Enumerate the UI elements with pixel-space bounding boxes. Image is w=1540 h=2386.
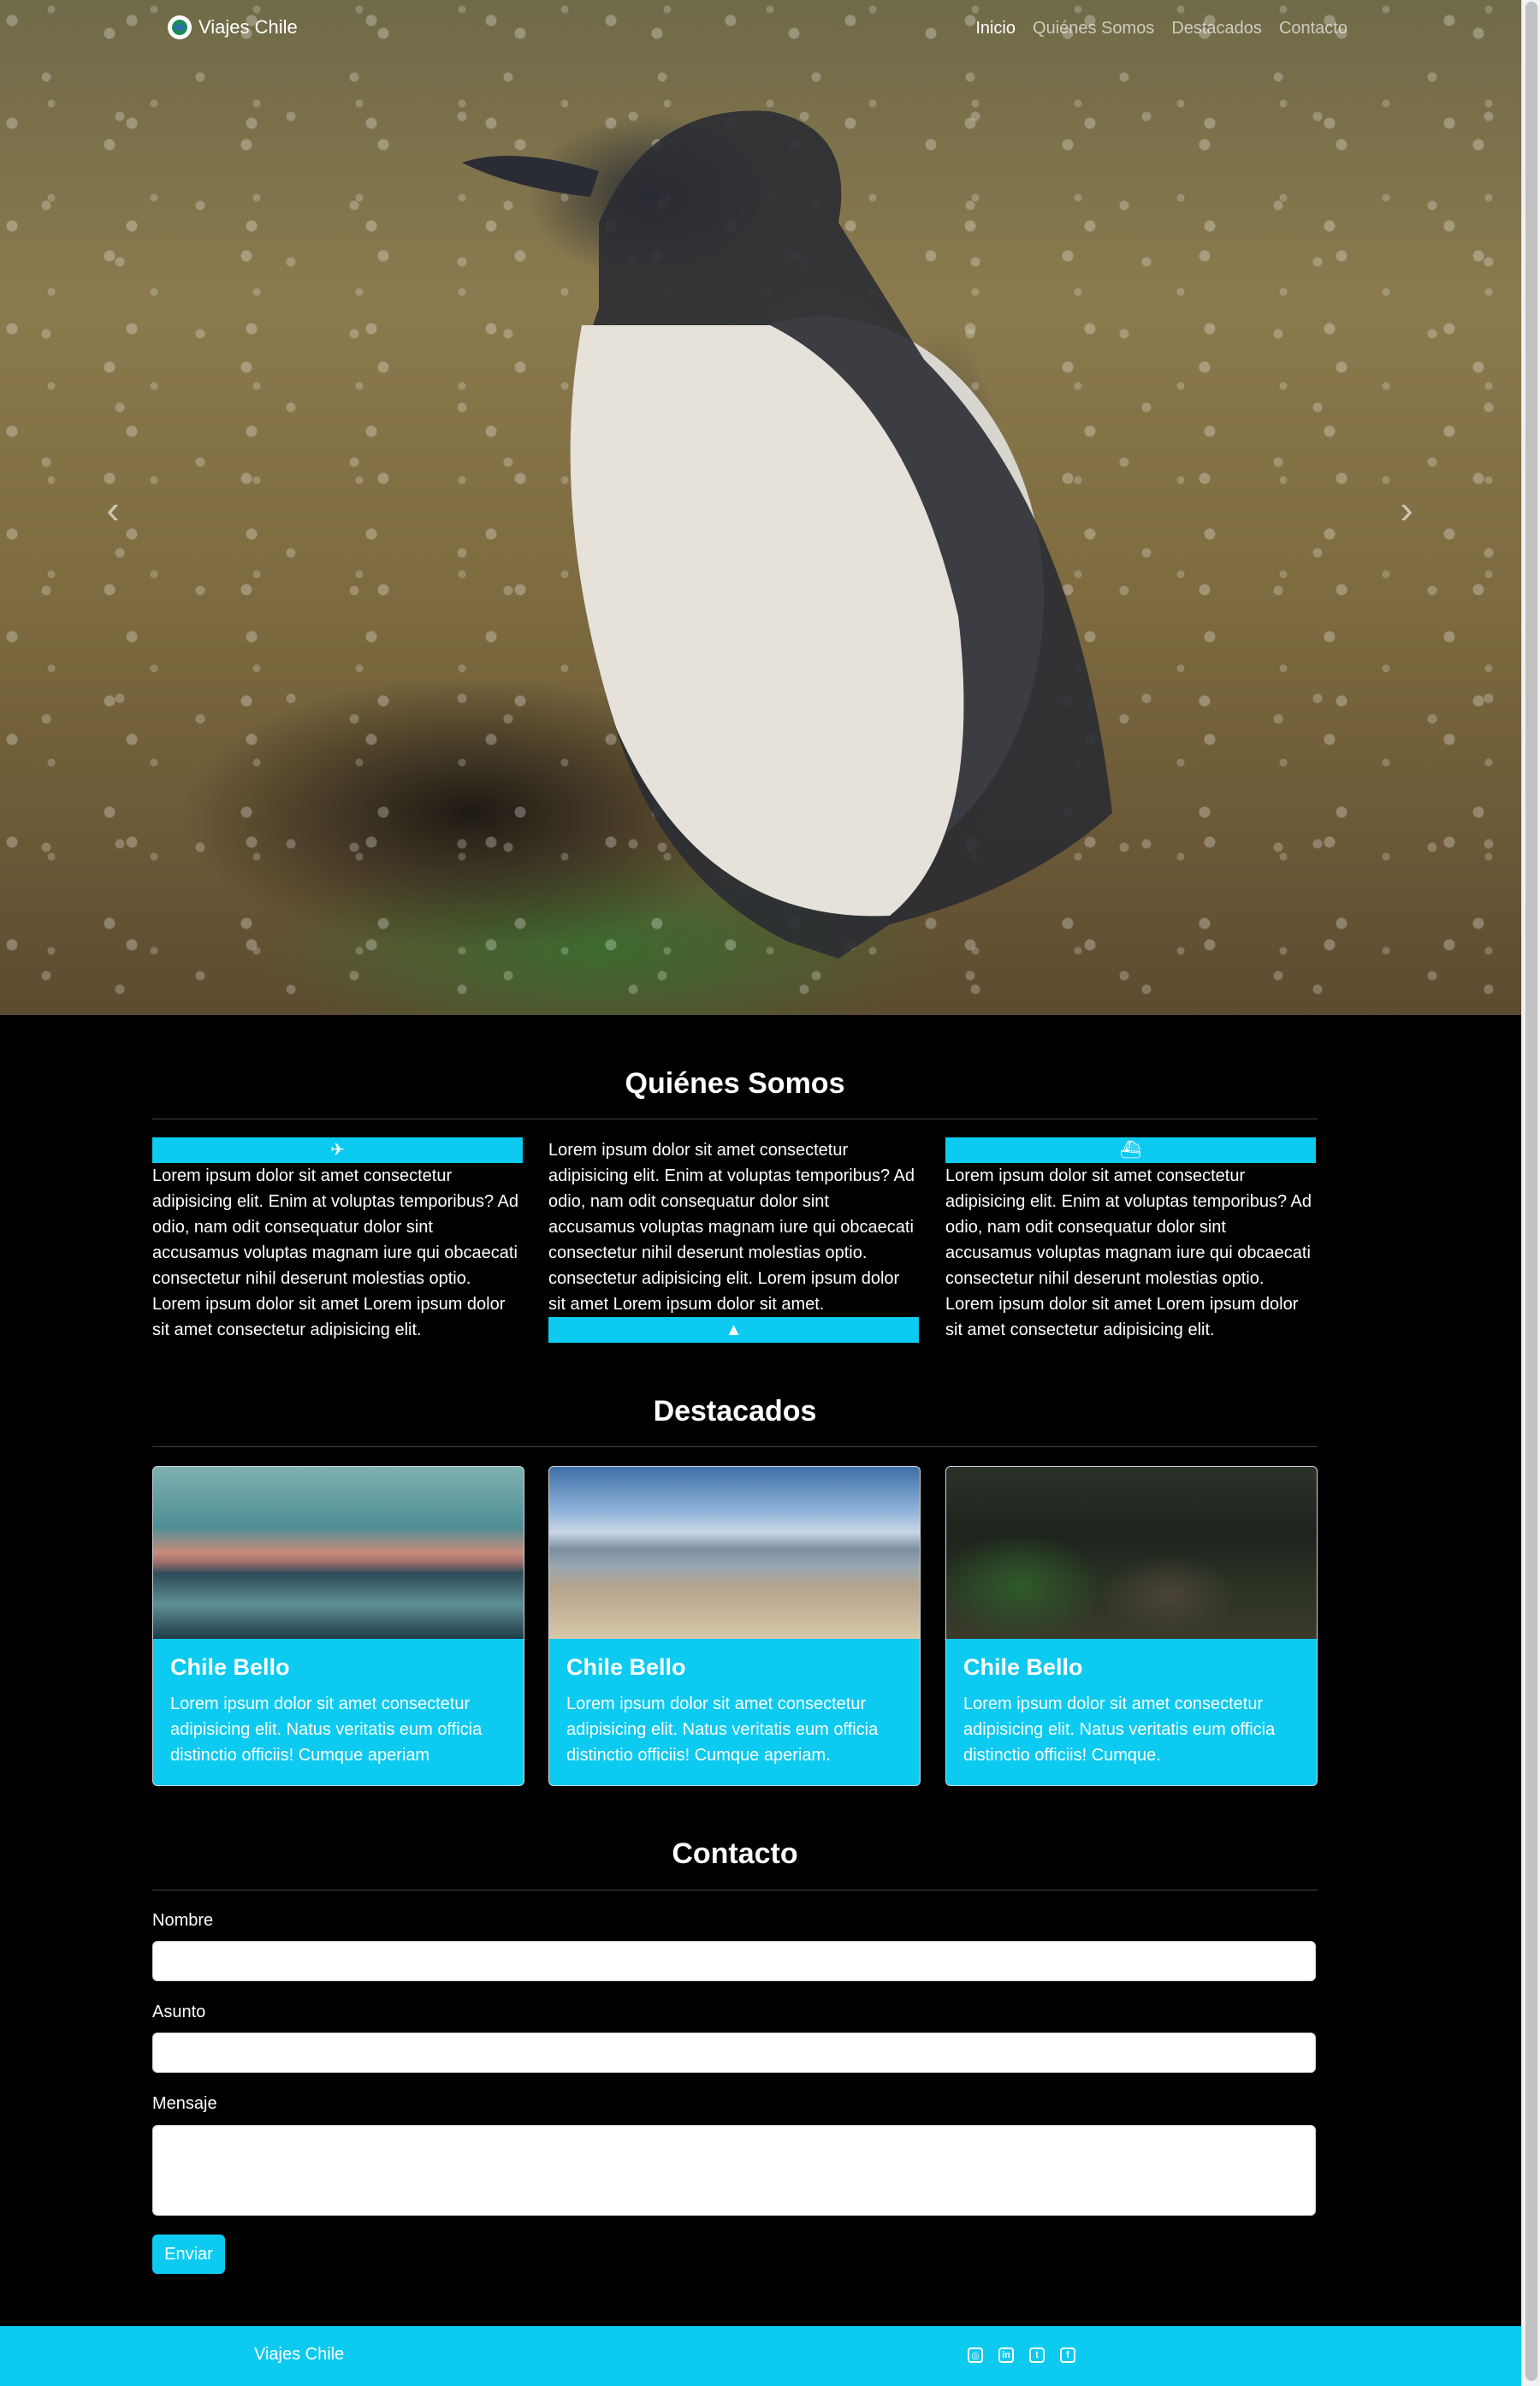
scrollbar-thumb[interactable] xyxy=(1525,2,1537,2381)
name-label: Nombre xyxy=(152,1911,214,1930)
instagram-icon[interactable]: ◎ xyxy=(968,2347,983,2363)
featured-divider xyxy=(152,1446,1318,1447)
linkedin-icon[interactable]: in xyxy=(998,2347,1014,2363)
twitter-icon[interactable]: t xyxy=(1029,2347,1045,2363)
card-text: Lorem ipsum dolor sit amet consectetur a… xyxy=(963,1695,1276,1765)
footer: Viajes Chile ◎ in t f xyxy=(0,2326,1522,2386)
featured-title: Destacados xyxy=(653,1395,817,1427)
page-scrollbar[interactable] xyxy=(1521,0,1540,2386)
card-text: Lorem ipsum dolor sit amet consectetur a… xyxy=(170,1695,483,1765)
submit-button[interactable]: Enviar xyxy=(152,2235,225,2274)
card-image-beach xyxy=(549,1467,920,1639)
card-image-forest xyxy=(946,1467,1317,1639)
carousel-next-button[interactable]: › xyxy=(1389,488,1424,531)
name-input[interactable] xyxy=(152,1941,1316,1981)
carousel-prev-button[interactable]: ‹ xyxy=(96,488,130,531)
brand[interactable]: Viajes Chile xyxy=(168,15,298,39)
featured-card[interactable]: Chile Bello Lorem ipsum dolor sit amet c… xyxy=(945,1466,1318,1786)
mountain-icon: ▲ xyxy=(548,1317,919,1343)
about-col-1: ✈ Lorem ipsum dolor sit amet consectetur… xyxy=(152,1137,523,1343)
card-title: Chile Bello xyxy=(963,1654,1083,1680)
featured-card[interactable]: Chile Bello Lorem ipsum dolor sit amet c… xyxy=(548,1466,921,1786)
about-col-2: Lorem ipsum dolor sit amet consectetur a… xyxy=(548,1137,919,1343)
featured-card[interactable]: Chile Bello Lorem ipsum dolor sit amet c… xyxy=(152,1466,524,1786)
airplane-icon: ✈ xyxy=(152,1137,523,1163)
message-textarea[interactable] xyxy=(152,2125,1316,2216)
contact-title: Contacto xyxy=(672,1837,798,1870)
subject-label: Asunto xyxy=(152,2003,206,2021)
social-links: ◎ in t f xyxy=(968,2347,1075,2363)
cruise-ship-icon: ⛴ xyxy=(945,1137,1316,1163)
card-title: Chile Bello xyxy=(566,1654,686,1680)
nav-link-inicio[interactable]: Inicio xyxy=(975,19,1016,39)
subject-input[interactable] xyxy=(152,2033,1316,2073)
card-title: Chile Bello xyxy=(170,1654,290,1680)
about-col-3-text: Lorem ipsum dolor sit amet consectetur a… xyxy=(945,1166,1312,1339)
penguin-illustration xyxy=(462,110,1112,959)
card-image-lake xyxy=(153,1467,524,1639)
hero-carousel: ‹ › xyxy=(0,0,1522,1015)
nav-link-contacto[interactable]: Contacto xyxy=(1279,19,1348,39)
nav-links: Inicio Quiénes Somos Destacados Contacto xyxy=(975,19,1348,39)
nav-link-quienes-somos[interactable]: Quiénes Somos xyxy=(1033,19,1154,39)
about-col-1-text: Lorem ipsum dolor sit amet consectetur a… xyxy=(152,1166,519,1339)
card-text: Lorem ipsum dolor sit amet consectetur a… xyxy=(566,1695,879,1765)
globe-logo-icon xyxy=(168,15,192,39)
about-col-2-text: Lorem ipsum dolor sit amet consectetur a… xyxy=(548,1141,915,1314)
message-label: Mensaje xyxy=(152,2094,217,2113)
nav-link-destacados[interactable]: Destacados xyxy=(1171,19,1262,39)
brand-name: Viajes Chile xyxy=(198,16,298,38)
navbar: Viajes Chile Inicio Quiénes Somos Destac… xyxy=(0,0,1522,62)
about-title: Quiénes Somos xyxy=(625,1067,845,1100)
about-col-3: ⛴ Lorem ipsum dolor sit amet consectetur… xyxy=(945,1137,1316,1343)
facebook-icon[interactable]: f xyxy=(1060,2347,1075,2363)
footer-brand: Viajes Chile xyxy=(254,2345,345,2364)
